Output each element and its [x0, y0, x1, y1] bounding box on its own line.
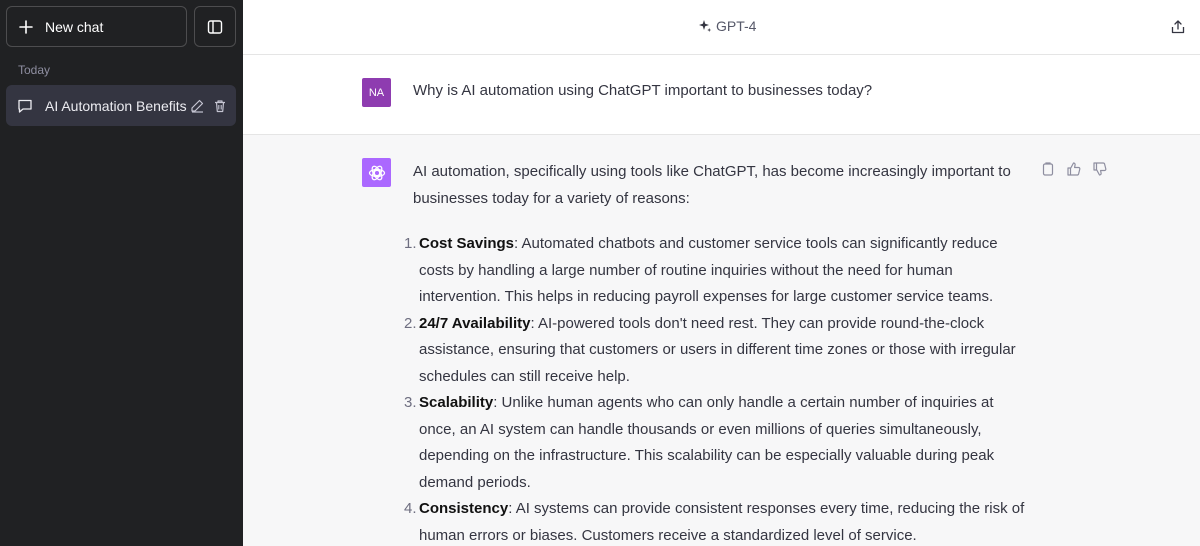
chat-bubble-icon	[18, 99, 32, 113]
list-item-number: 2.	[404, 314, 417, 332]
list-item-title: Scalability	[419, 394, 494, 411]
trash-icon[interactable]	[213, 99, 227, 113]
top-header: GPT-4	[243, 0, 1200, 55]
assistant-intro: AI automation, specifically using tools …	[413, 163, 1011, 207]
chat-item-label: AI Automation Benefits	[45, 97, 187, 114]
user-message-text: Why is AI automation using ChatGPT impor…	[413, 82, 873, 99]
thumbs-up-icon[interactable]	[1066, 161, 1082, 177]
list-item-text: : Unlike human agents who can only handl…	[419, 394, 995, 491]
list-item: 3. Scalability: Unlike human agents who c…	[404, 390, 1033, 496]
edit-icon[interactable]	[190, 99, 204, 113]
list-item-title: Cost Savings	[419, 235, 515, 252]
assistant-points-list: 1. Cost Savings: Automated chatbots and c…	[404, 231, 1033, 546]
list-item-title: 24/7 Availability	[419, 314, 531, 332]
list-item-number: 4.	[404, 500, 417, 517]
model-selector[interactable]: GPT-4	[698, 18, 756, 34]
sidebar: New chat Today AI Automation Benefits	[0, 0, 243, 546]
list-item: 4. Consistency: AI systems can provide co…	[404, 496, 1033, 546]
list-item: 2. 24/7 Availability: AI-powered tools do…	[404, 311, 1033, 391]
assistant-message-row: AI automation, specifically using tools …	[243, 135, 1200, 546]
share-icon[interactable]	[1170, 19, 1186, 35]
list-item-text: : AI systems can provide consistent resp…	[419, 500, 1025, 544]
user-message-row: NA Why is AI automation using ChatGPT im…	[243, 55, 1200, 135]
copy-icon[interactable]	[1040, 161, 1056, 177]
sidebar-toggle-icon	[207, 19, 223, 34]
section-label-today: Today	[18, 63, 51, 77]
user-avatar: NA	[362, 78, 391, 107]
list-item-number: 3.	[404, 394, 417, 411]
assistant-answer: AI automation, specifically using tools …	[404, 159, 1033, 546]
new-chat-button[interactable]: New chat	[6, 6, 187, 47]
list-item: 1. Cost Savings: Automated chatbots and c…	[404, 231, 1033, 311]
thumbs-down-icon[interactable]	[1092, 161, 1108, 177]
sparkle-icon	[699, 20, 712, 32]
assistant-avatar	[362, 158, 391, 187]
openai-logo-icon	[368, 165, 385, 180]
plus-icon	[19, 19, 33, 34]
new-chat-label: New chat	[45, 18, 104, 35]
sidebar-chat-item[interactable]: AI Automation Benefits	[6, 85, 236, 126]
list-item-title: Consistency	[419, 500, 509, 517]
model-label: GPT-4	[716, 18, 757, 34]
list-item-number: 1.	[404, 235, 417, 252]
sidebar-toggle-button[interactable]	[194, 6, 236, 47]
